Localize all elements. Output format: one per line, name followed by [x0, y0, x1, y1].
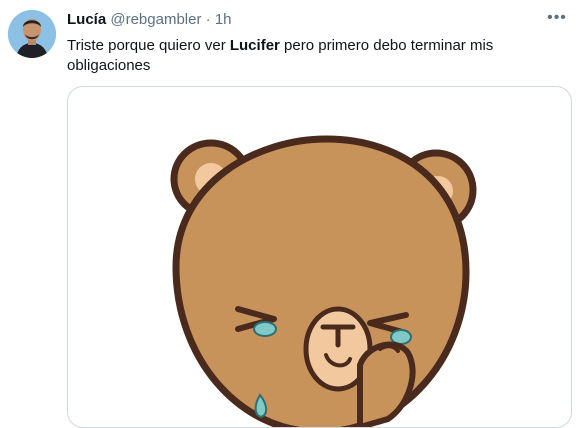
more-horizontal-icon[interactable]: •••: [545, 10, 569, 30]
timestamp[interactable]: 1h: [215, 11, 232, 28]
tweet-text-bold: Lucifer: [229, 37, 280, 54]
avatar[interactable]: [8, 10, 56, 58]
avatar-image: [8, 10, 56, 58]
tweet[interactable]: Lucía @rebgambler · 1h ••• Triste porque…: [0, 0, 583, 428]
tweet-text-part: Triste porque quiero ver: [67, 37, 230, 54]
tweet-header: Lucía @rebgambler · 1h: [67, 10, 232, 30]
tweet-text: Triste porque quiero ver Lucifer pero pr…: [67, 36, 537, 76]
author-name[interactable]: Lucía: [67, 11, 106, 28]
author-handle[interactable]: @rebgambler: [110, 11, 201, 28]
separator-dot: ·: [205, 11, 211, 28]
tweet-media[interactable]: [67, 86, 572, 428]
crying-bear-gif: [170, 135, 477, 427]
